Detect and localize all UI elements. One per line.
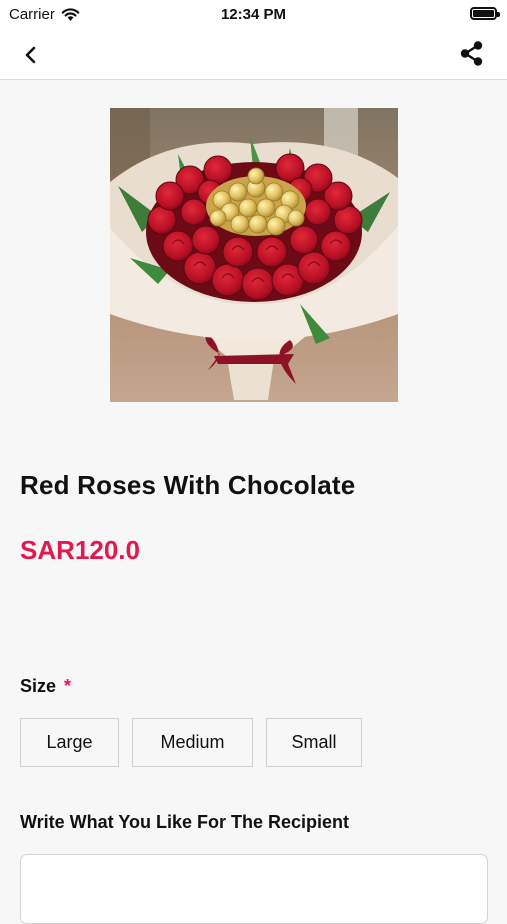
status-bar: Carrier 12:34 PM [0, 0, 507, 30]
size-option-medium[interactable]: Medium [132, 718, 253, 767]
battery-icon [470, 7, 500, 20]
recipient-message-label: Write What You Like For The Recipient [20, 812, 350, 832]
product-price: SAR120.0 [20, 535, 140, 565]
product-image [110, 108, 398, 402]
size-option-small[interactable]: Small [266, 718, 362, 767]
recipient-message-input[interactable] [20, 854, 488, 924]
size-label-text: Size [20, 676, 57, 696]
size-option-large[interactable]: Large [20, 718, 119, 767]
navigation-bar [0, 30, 507, 80]
status-time: 12:34 PM [220, 6, 287, 23]
back-button[interactable] [18, 42, 44, 68]
size-options: Large Medium Small [20, 718, 362, 767]
share-button[interactable] [457, 39, 487, 69]
required-asterisk: * [64, 676, 72, 696]
bouquet-picture [110, 108, 398, 402]
size-section-label: Size * [20, 676, 71, 697]
product-title: Red Roses With Chocolate [20, 470, 356, 500]
